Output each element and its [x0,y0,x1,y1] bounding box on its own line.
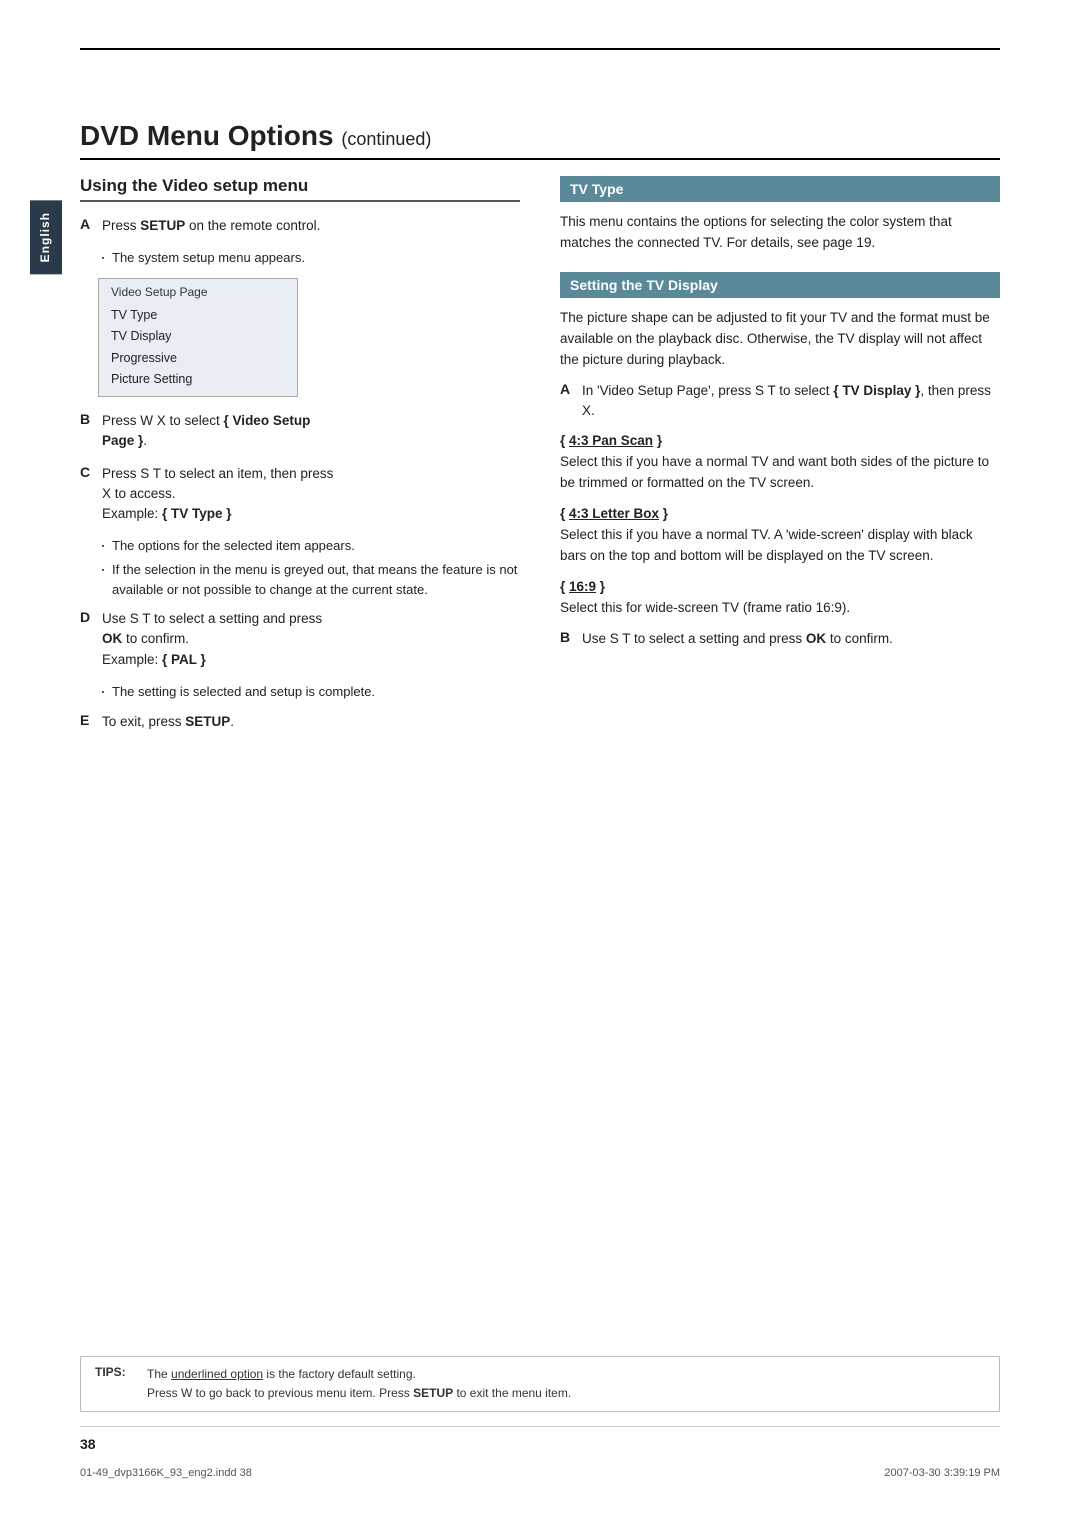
step-a-text: Press SETUP on the remote control. [102,216,320,236]
setting-tv-display-bar: Setting the TV Display [560,272,1000,298]
sub-dot-d: · [100,682,106,702]
right-step-a: A In 'Video Setup Page', press S T to se… [560,381,1000,422]
english-tab: English [30,200,62,274]
step-b: B Press W X to select { Video SetupPage … [80,411,520,452]
page-number: 38 [80,1436,96,1452]
step-c-text: Press S T to select an item, then press … [102,464,333,525]
right-step-a-text: In 'Video Setup Page', press S T to sele… [582,381,1000,422]
step-e-text: To exit, press SETUP. [102,712,234,732]
right-step-b-text: Use S T to select a setting and press OK… [582,629,893,649]
bottom-border [80,1426,1000,1427]
page: English DVD Menu Options (continued) Usi… [0,0,1080,1527]
left-section-heading: Using the Video setup menu [80,176,520,202]
opt-16-9-underline: 16:9 [569,579,596,594]
opt-letter-box-heading: { 4:3 Letter Box } [560,506,1000,521]
opt-letter-box-underline: 4:3 Letter Box [569,506,659,521]
left-column: Using the Video setup menu A Press SETUP… [80,176,520,744]
setting-description: The picture shape can be adjusted to fit… [560,308,1000,371]
tips-label: TIPS: [95,1365,135,1379]
step-c-sub1: · The options for the selected item appe… [100,536,520,556]
menu-item-4: Picture Setting [111,369,285,390]
opt-pan-scan-underline: 4:3 Pan Scan [569,433,653,448]
step-b-letter: B [80,411,96,427]
menu-item-3: Progressive [111,348,285,369]
page-title: DVD Menu Options (continued) [80,120,1000,160]
tips-line2: Press W to go back to previous menu item… [147,1384,571,1403]
tips-line1: The underlined option is the factory def… [147,1365,571,1384]
tv-type-bar: TV Type [560,176,1000,202]
step-a-letter: A [80,216,96,232]
sub-text-d: The setting is selected and setup is com… [112,682,375,702]
sub-dot-c2: · [100,560,106,580]
opt-pan-scan-heading: { 4:3 Pan Scan } [560,433,1000,448]
step-c: C Press S T to select an item, then pres… [80,464,520,525]
tips-content: The underlined option is the factory def… [147,1365,571,1403]
opt-pan-scan-text: Select this if you have a normal TV and … [560,452,1000,494]
footer: 01-49_dvp3166K_93_eng2.indd 38 2007-03-3… [80,1467,1000,1479]
tv-type-description: This menu contains the options for selec… [560,212,1000,254]
step-a-sub: · The system setup menu appears. [100,248,520,268]
step-e-letter: E [80,712,96,728]
step-d-text: Use S T to select a setting and press OK… [102,609,322,670]
main-content: Using the Video setup menu A Press SETUP… [80,176,1000,744]
step-b-text: Press W X to select { Video SetupPage }. [102,411,310,452]
title-main: DVD Menu Options [80,120,334,151]
sub-text: The system setup menu appears. [112,248,305,268]
footer-right: 2007-03-30 3:39:19 PM [884,1467,1000,1479]
step-d-sub: · The setting is selected and setup is c… [100,682,520,702]
sub-text-c1: The options for the selected item appear… [112,536,355,556]
step-d: D Use S T to select a setting and press … [80,609,520,670]
tips-underline: underlined option [171,1367,263,1381]
step-c-letter: C [80,464,96,480]
opt-letter-box-text: Select this if you have a normal TV. A '… [560,525,1000,567]
menu-box-title: Video Setup Page [111,285,285,299]
menu-item-2: TV Display [111,326,285,347]
menu-item-1: TV Type [111,305,285,326]
step-e: E To exit, press SETUP. [80,712,520,732]
opt-16-9-heading: { 16:9 } [560,579,1000,594]
step-d-letter: D [80,609,96,625]
step-c-sub2: · If the selection in the menu is greyed… [100,560,520,599]
footer-left: 01-49_dvp3166K_93_eng2.indd 38 [80,1467,252,1479]
right-step-b: B Use S T to select a setting and press … [560,629,1000,649]
sub-dot-c1: · [100,536,106,556]
right-step-a-letter: A [560,381,576,397]
title-suffix: (continued) [341,129,431,149]
right-step-b-letter: B [560,629,576,645]
menu-box: Video Setup Page TV Type TV Display Prog… [98,278,298,397]
right-column: TV Type This menu contains the options f… [560,176,1000,744]
sub-dot: · [100,248,106,268]
top-border [80,48,1000,50]
tips-box: TIPS: The underlined option is the facto… [80,1356,1000,1412]
sub-text-c2: If the selection in the menu is greyed o… [112,560,520,599]
step-a: A Press SETUP on the remote control. [80,216,520,236]
opt-16-9-text: Select this for wide-screen TV (frame ra… [560,598,1000,619]
